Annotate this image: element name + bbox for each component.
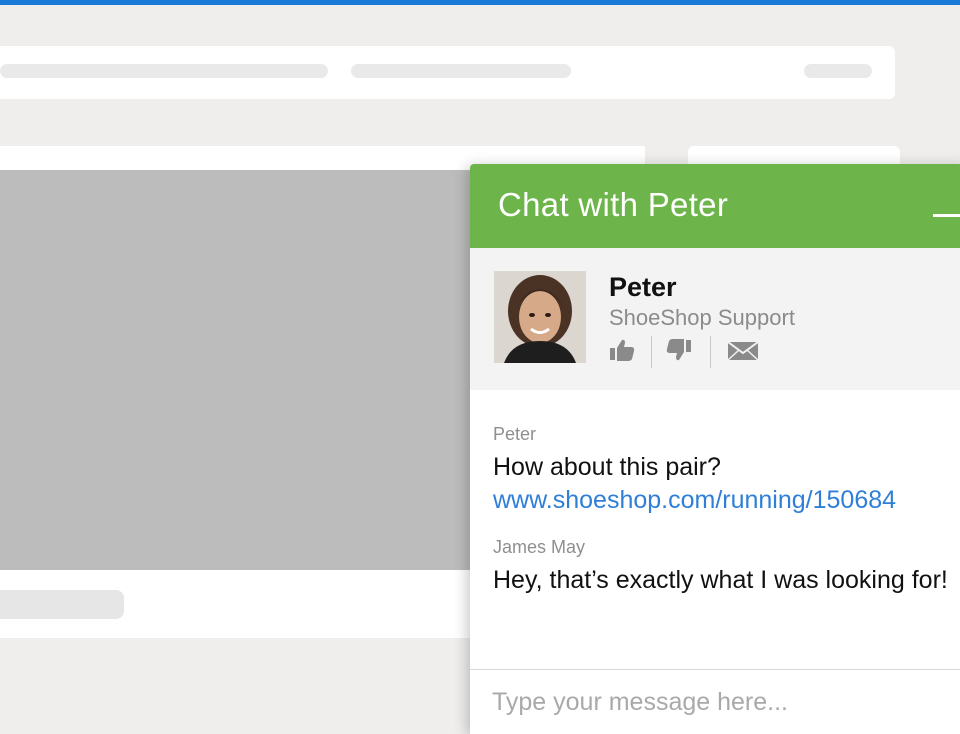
agent-avatar [494,271,586,363]
action-separator [710,336,711,368]
top-accent-bar [0,0,960,5]
message-text: How about this pair? [493,453,721,481]
nav-placeholder-pill [351,64,571,78]
product-link[interactable]: www.shoeshop.com/running/150684 [493,486,896,515]
nav-placeholder-pill [0,64,328,78]
placeholder-caption [0,590,124,619]
action-separator [651,336,652,368]
agent-name: Peter [609,272,677,302]
message-text: Hey, that’s exactly what I was looking f… [493,566,948,594]
chat-header: Chat with Peter [470,164,960,248]
envelope-icon[interactable] [727,336,759,368]
placeholder-nav-bar [0,46,895,99]
minimize-icon[interactable] [933,214,960,217]
input-divider [470,669,960,670]
agent-panel: Peter ShoeShop Support [470,248,960,390]
agent-organization: ShoeShop Support [609,305,795,330]
chat-widget: Chat with Peter Peter ShoeShop Support P… [470,164,960,734]
message-input[interactable] [492,682,952,722]
chat-title: Chat with Peter [498,186,729,223]
thumbs-up-icon[interactable] [608,336,640,368]
message-author: Peter [493,424,537,444]
thumbs-down-icon[interactable] [665,336,697,368]
message-author: James May [493,537,586,557]
agent-photo [494,271,586,363]
nav-placeholder-pill [804,64,872,78]
